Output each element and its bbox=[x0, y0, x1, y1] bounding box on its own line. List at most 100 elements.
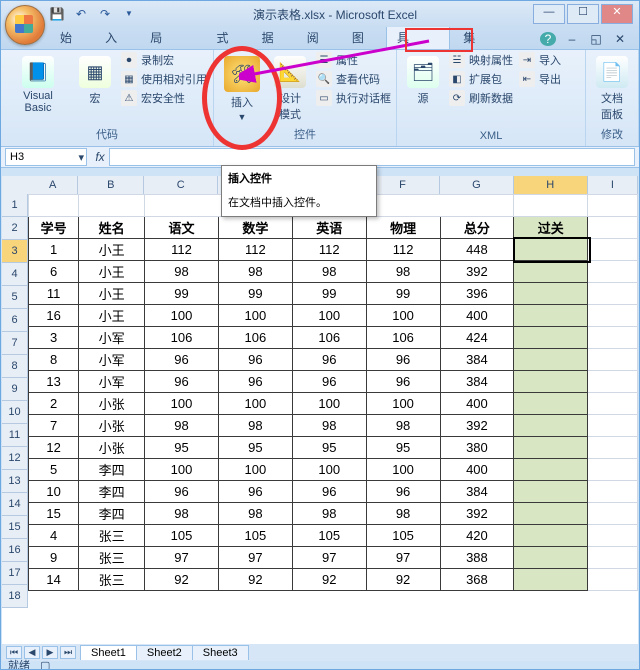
qat-dropdown-icon[interactable]: ▼ bbox=[121, 6, 137, 22]
cell[interactable]: 98 bbox=[366, 503, 440, 525]
cell[interactable]: 99 bbox=[145, 283, 219, 305]
row-header[interactable]: 5 bbox=[2, 286, 28, 309]
cell[interactable]: 100 bbox=[145, 305, 219, 327]
row-header[interactable]: 18 bbox=[2, 585, 28, 608]
cell[interactable]: 小王 bbox=[79, 305, 145, 327]
export-button[interactable]: ⇤导出 bbox=[519, 71, 561, 87]
cell[interactable]: 11 bbox=[29, 283, 79, 305]
cell[interactable]: 96 bbox=[145, 371, 219, 393]
column-header[interactable]: B bbox=[78, 176, 144, 195]
cell[interactable]: 100 bbox=[218, 393, 292, 415]
cell[interactable]: 100 bbox=[366, 459, 440, 481]
record-macro-button[interactable]: ⏺录制宏 bbox=[121, 52, 207, 68]
cell[interactable]: 98 bbox=[366, 415, 440, 437]
table-header-cell[interactable]: 物理 bbox=[366, 217, 440, 239]
sheet-nav-next-icon[interactable]: ▶ bbox=[42, 646, 58, 659]
row-header[interactable]: 10 bbox=[2, 401, 28, 424]
cell[interactable]: 小王 bbox=[79, 239, 145, 261]
save-icon[interactable]: 💾 bbox=[49, 6, 65, 22]
cell[interactable]: 384 bbox=[440, 481, 514, 503]
cell[interactable]: 8 bbox=[29, 349, 79, 371]
cell[interactable] bbox=[514, 547, 588, 569]
cell[interactable]: 张三 bbox=[79, 569, 145, 591]
cell[interactable]: 100 bbox=[292, 459, 366, 481]
office-button[interactable] bbox=[5, 5, 45, 45]
cell[interactable]: 小张 bbox=[79, 393, 145, 415]
cell[interactable]: 98 bbox=[145, 503, 219, 525]
cell[interactable]: 96 bbox=[218, 349, 292, 371]
row-header[interactable]: 14 bbox=[2, 493, 28, 516]
cell[interactable]: 448 bbox=[440, 239, 514, 261]
cell[interactable]: 3 bbox=[29, 327, 79, 349]
cell[interactable]: 98 bbox=[366, 261, 440, 283]
cell[interactable] bbox=[514, 349, 588, 371]
cell[interactable]: 100 bbox=[218, 459, 292, 481]
cell[interactable]: 105 bbox=[145, 525, 219, 547]
row-header[interactable]: 17 bbox=[2, 562, 28, 585]
cell[interactable]: 16 bbox=[29, 305, 79, 327]
cell[interactable]: 96 bbox=[292, 481, 366, 503]
column-header[interactable]: C bbox=[144, 176, 218, 195]
cell[interactable] bbox=[514, 327, 588, 349]
cell[interactable]: 95 bbox=[292, 437, 366, 459]
cell[interactable]: 97 bbox=[218, 547, 292, 569]
cell[interactable]: 106 bbox=[218, 327, 292, 349]
table-header-cell[interactable]: 语文 bbox=[145, 217, 219, 239]
table-header-cell[interactable]: 数学 bbox=[218, 217, 292, 239]
cell[interactable] bbox=[514, 525, 588, 547]
insert-control-button[interactable]: 🛠 插入 ▼ bbox=[220, 52, 264, 126]
cell[interactable]: 李四 bbox=[79, 459, 145, 481]
row-header[interactable]: 6 bbox=[2, 309, 28, 332]
select-all-corner[interactable] bbox=[2, 176, 29, 195]
cell[interactable]: 392 bbox=[440, 503, 514, 525]
workbook-close-icon[interactable]: ✕ bbox=[612, 32, 628, 46]
cell[interactable]: 9 bbox=[29, 547, 79, 569]
cell[interactable]: 92 bbox=[218, 569, 292, 591]
fx-label[interactable]: fx bbox=[91, 150, 109, 164]
column-header[interactable]: F bbox=[366, 176, 440, 195]
relative-ref-button[interactable]: ▦使用相对引用 bbox=[121, 71, 207, 87]
cell[interactable]: 96 bbox=[292, 349, 366, 371]
import-button[interactable]: ⇥导入 bbox=[519, 52, 561, 68]
cell[interactable]: 98 bbox=[145, 261, 219, 283]
cell[interactable]: 小王 bbox=[79, 283, 145, 305]
cell[interactable] bbox=[514, 415, 588, 437]
cell[interactable]: 100 bbox=[145, 459, 219, 481]
cell[interactable]: 张三 bbox=[79, 525, 145, 547]
cell[interactable]: 384 bbox=[440, 371, 514, 393]
undo-icon[interactable]: ↶ bbox=[73, 6, 89, 22]
cell[interactable]: 98 bbox=[292, 415, 366, 437]
cell[interactable] bbox=[514, 569, 588, 591]
table-header-cell[interactable]: 英语 bbox=[292, 217, 366, 239]
cell[interactable] bbox=[514, 305, 588, 327]
cell[interactable]: 李四 bbox=[79, 503, 145, 525]
cell[interactable]: 96 bbox=[218, 481, 292, 503]
cell[interactable]: 97 bbox=[145, 547, 219, 569]
sheet-tab[interactable]: Sheet1 bbox=[80, 645, 137, 660]
source-button[interactable]: 🗂 源 bbox=[403, 52, 443, 110]
row-header[interactable]: 12 bbox=[2, 447, 28, 470]
cell[interactable]: 97 bbox=[366, 547, 440, 569]
cell[interactable]: 小张 bbox=[79, 415, 145, 437]
cell[interactable]: 400 bbox=[440, 459, 514, 481]
cell[interactable]: 小军 bbox=[79, 349, 145, 371]
properties-button[interactable]: ☰属性 bbox=[316, 52, 391, 68]
cell[interactable]: 李四 bbox=[79, 481, 145, 503]
table-header-cell[interactable]: 过关 bbox=[514, 217, 588, 239]
cell[interactable]: 106 bbox=[366, 327, 440, 349]
row-header[interactable]: 11 bbox=[2, 424, 28, 447]
cell[interactable]: 424 bbox=[440, 327, 514, 349]
cell[interactable]: 96 bbox=[366, 371, 440, 393]
cell[interactable]: 96 bbox=[292, 371, 366, 393]
cell[interactable]: 100 bbox=[366, 305, 440, 327]
cell[interactable]: 15 bbox=[29, 503, 79, 525]
cell[interactable]: 392 bbox=[440, 261, 514, 283]
cell[interactable]: 112 bbox=[145, 239, 219, 261]
sheet-nav-last-icon[interactable]: ⏭ bbox=[60, 646, 76, 659]
workbook-restore-icon[interactable]: ◱ bbox=[588, 32, 604, 46]
macro-security-button[interactable]: ⚠宏安全性 bbox=[121, 90, 207, 106]
row-header[interactable]: 2 bbox=[2, 217, 28, 240]
cell[interactable]: 2 bbox=[29, 393, 79, 415]
visual-basic-button[interactable]: 📘 Visual Basic bbox=[7, 52, 69, 118]
cell[interactable]: 105 bbox=[218, 525, 292, 547]
